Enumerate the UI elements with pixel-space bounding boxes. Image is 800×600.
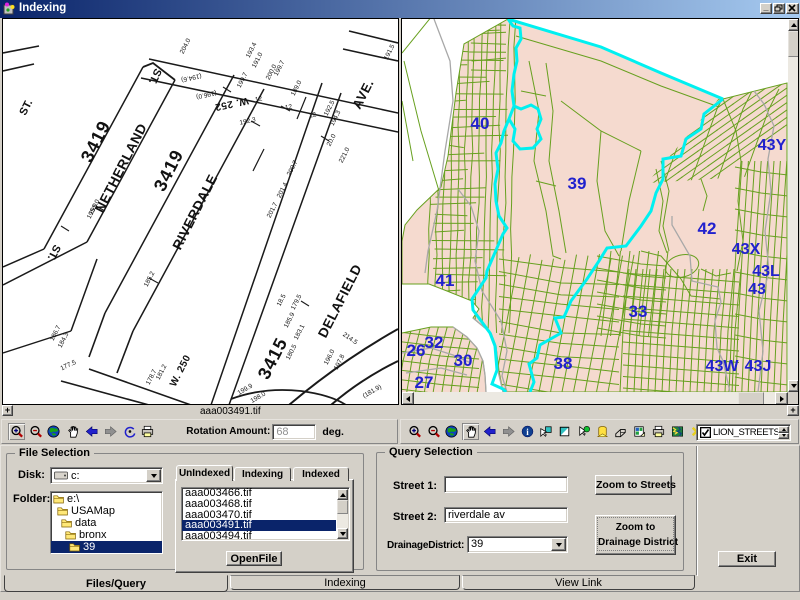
svg-text:43J: 43J: [745, 358, 772, 375]
svg-text:32: 32: [425, 333, 444, 352]
svg-text:40: 40: [471, 114, 490, 133]
svg-text:43: 43: [748, 281, 766, 298]
svg-text:38: 38: [554, 354, 573, 373]
svg-text:26: 26: [407, 341, 426, 360]
svg-text:43L: 43L: [752, 263, 780, 280]
svg-text:27: 27: [415, 373, 434, 392]
svg-text:43Y: 43Y: [758, 137, 787, 154]
svg-text:43X: 43X: [732, 241, 761, 258]
svg-text:43W: 43W: [706, 358, 740, 375]
svg-text:39: 39: [568, 174, 587, 193]
svg-text:42: 42: [698, 219, 717, 238]
svg-text:30: 30: [454, 351, 473, 370]
svg-text:41: 41: [436, 271, 455, 290]
svg-text:33: 33: [629, 302, 648, 321]
